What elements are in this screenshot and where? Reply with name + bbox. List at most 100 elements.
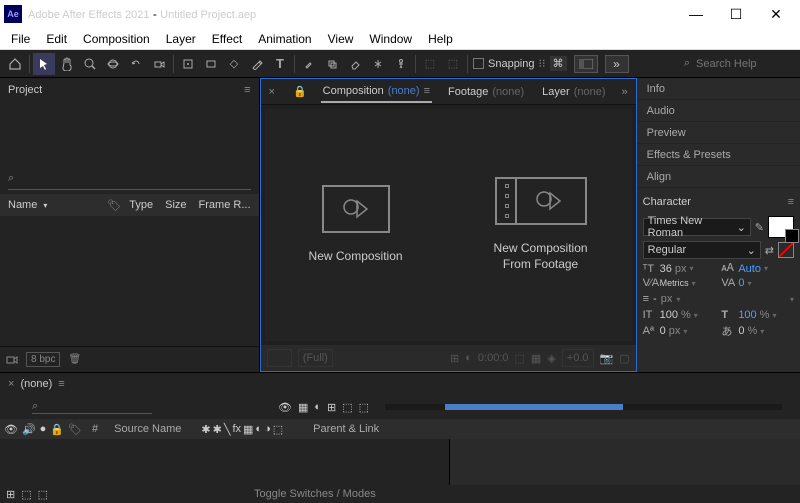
new-composition-from-footage-button[interactable]: New Composition From Footage xyxy=(463,140,618,310)
menu-layer[interactable]: Layer xyxy=(159,30,203,48)
interpret-icon[interactable] xyxy=(6,354,18,366)
grid-icon[interactable]: ⊞ xyxy=(450,352,459,365)
snapping-toggle[interactable]: Snapping ⁝⁝ ⌘ xyxy=(473,56,567,71)
delete-icon[interactable]: 🗑 xyxy=(68,354,81,365)
audio-col-icon[interactable]: 🔊 xyxy=(22,423,36,436)
baseline-value[interactable]: 0 xyxy=(660,325,666,337)
brush-tool[interactable] xyxy=(298,53,320,75)
tsume-value[interactable]: 0 xyxy=(738,325,744,337)
channel-icon[interactable]: ▢ xyxy=(619,352,629,365)
draft3d-icon[interactable]: ⬚ xyxy=(342,401,352,414)
switch-collapse-icon[interactable]: ✱ xyxy=(213,423,222,436)
zoom-tool[interactable] xyxy=(79,53,101,75)
menu-effect[interactable]: Effect xyxy=(205,30,249,48)
index-col[interactable]: # xyxy=(86,423,104,435)
new-composition-button[interactable]: New Composition xyxy=(278,140,433,310)
parent-col[interactable]: Parent & Link xyxy=(307,423,385,435)
roto-tool[interactable] xyxy=(367,53,389,75)
menu-file[interactable]: File xyxy=(4,30,37,48)
panel-menu-icon[interactable]: ≡ xyxy=(244,84,250,96)
font-style-dropdown[interactable]: Regular⌄ xyxy=(643,241,761,259)
font-size-value[interactable]: 36 xyxy=(660,263,672,275)
current-time[interactable]: 0:00:0 xyxy=(478,352,509,364)
snapshot-icon[interactable]: 📷 xyxy=(600,352,614,365)
bpc-button[interactable]: 8 bpc xyxy=(26,352,60,367)
tab-composition[interactable]: Composition (none) ≡ xyxy=(321,81,432,103)
eraser-tool[interactable] xyxy=(344,53,366,75)
tab-layer[interactable]: Layer (none) xyxy=(540,82,607,102)
col-framerate[interactable]: Frame R... xyxy=(195,199,255,211)
switch-fx-icon[interactable]: fx xyxy=(232,423,241,436)
video-col-icon[interactable]: 👁 xyxy=(4,423,18,436)
lock-col-icon[interactable]: 🔒 xyxy=(50,423,64,436)
local-axis-tool[interactable]: ⬚ xyxy=(419,53,441,75)
align-panel-header[interactable]: Align xyxy=(637,166,800,188)
aa-icon[interactable]: ⬚ xyxy=(359,401,369,414)
timeline-search[interactable]: ⌕ xyxy=(32,400,152,414)
footer-icon-1[interactable]: ⊞ xyxy=(6,488,15,501)
resolution[interactable]: (Full) xyxy=(298,349,333,367)
eyedropper-icon[interactable]: ✎ xyxy=(755,221,764,234)
no-stroke-icon[interactable] xyxy=(778,242,794,258)
menu-animation[interactable]: Animation xyxy=(251,30,318,48)
maximize-button[interactable]: ☐ xyxy=(716,0,756,28)
mask-icon[interactable]: ◐ xyxy=(465,352,472,364)
selection-tool[interactable] xyxy=(33,53,55,75)
shy-icon[interactable]: 👁 xyxy=(278,401,292,414)
toggle-switches-button[interactable]: Toggle Switches / Modes xyxy=(254,488,376,500)
info-panel-header[interactable]: Info xyxy=(637,78,800,100)
preview-panel-header[interactable]: Preview xyxy=(637,122,800,144)
snapping-checkbox[interactable] xyxy=(473,58,484,69)
orbit-tool[interactable] xyxy=(102,53,124,75)
switch-frameblend-icon[interactable]: ▦ xyxy=(243,423,253,436)
menu-composition[interactable]: Composition xyxy=(76,30,157,48)
timeline-track-area[interactable] xyxy=(450,439,800,485)
effects-panel-header[interactable]: Effects & Presets xyxy=(637,144,800,166)
pan-behind-tool[interactable] xyxy=(177,53,199,75)
footer-icon-2[interactable]: ⬚ xyxy=(21,488,31,501)
project-list[interactable] xyxy=(0,216,259,346)
menu-view[interactable]: View xyxy=(321,30,361,48)
search-input[interactable] xyxy=(696,58,796,70)
stroke-width-value[interactable]: - xyxy=(653,293,657,305)
view-icon[interactable]: ◈ xyxy=(547,352,555,365)
expand-tabs-icon[interactable]: » xyxy=(622,86,628,98)
exposure[interactable]: +0.0 xyxy=(562,349,594,367)
motion-blur-icon[interactable]: ◐ xyxy=(314,401,321,414)
close-button[interactable]: ✕ xyxy=(756,0,796,28)
col-name[interactable]: Name xyxy=(4,199,103,211)
magnification[interactable] xyxy=(267,349,292,367)
clone-tool[interactable] xyxy=(321,53,343,75)
footer-icon-3[interactable]: ⬚ xyxy=(38,488,48,501)
font-family-dropdown[interactable]: Times New Roman⌄ xyxy=(643,218,751,236)
lock-icon[interactable]: 🔒 xyxy=(293,85,307,98)
audio-panel-header[interactable]: Audio xyxy=(637,100,800,122)
tab-menu-icon[interactable]: ≡ xyxy=(58,378,64,390)
graph-icon[interactable]: ⊞ xyxy=(327,401,336,414)
solo-col-icon[interactable]: ● xyxy=(40,423,47,436)
hscale-value[interactable]: 100 xyxy=(738,309,756,321)
camera-tool[interactable] xyxy=(148,53,170,75)
rectangle-tool[interactable] xyxy=(200,53,222,75)
workspace-menu-icon[interactable]: » xyxy=(605,55,629,73)
ellipse-tool[interactable]: ◇ xyxy=(223,53,245,75)
menu-window[interactable]: Window xyxy=(362,30,419,48)
time-navigator[interactable] xyxy=(385,404,782,410)
swap-colors-icon[interactable]: ⇄ xyxy=(765,244,774,257)
vscale-value[interactable]: 100 xyxy=(660,309,678,321)
leading-value[interactable]: Auto xyxy=(738,263,761,275)
region-icon[interactable]: ⬚ xyxy=(515,352,525,365)
col-size[interactable]: Size xyxy=(161,199,190,211)
timeline-tab[interactable]: (none) xyxy=(20,378,52,390)
type-tool[interactable]: T xyxy=(269,53,291,75)
switch-shy-icon[interactable]: ✱ xyxy=(201,423,210,436)
switch-adjust-icon[interactable]: ◑ xyxy=(264,423,271,436)
switch-motionblur-icon[interactable]: ◐ xyxy=(255,423,262,436)
transparency-icon[interactable]: ▦ xyxy=(531,352,541,365)
tab-footage[interactable]: Footage (none) xyxy=(446,82,526,102)
panel-menu-icon[interactable]: ≡ xyxy=(788,196,794,208)
col-type[interactable]: Type xyxy=(125,199,157,211)
snap-options-icon[interactable]: ⌘ xyxy=(550,56,567,71)
close-tab-icon[interactable]: × xyxy=(8,378,14,390)
menu-edit[interactable]: Edit xyxy=(39,30,74,48)
